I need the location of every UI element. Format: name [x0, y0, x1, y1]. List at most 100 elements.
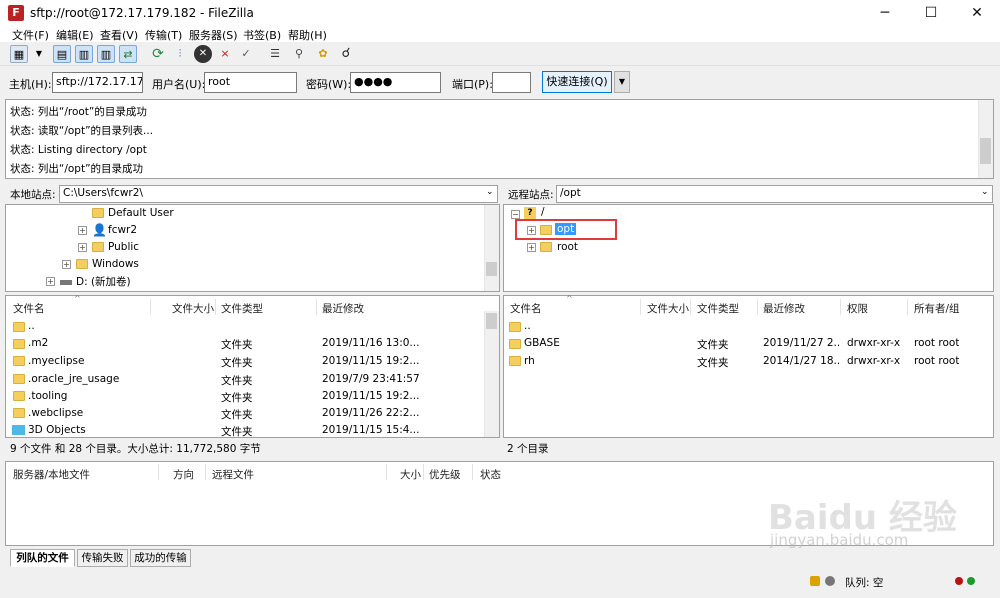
local-path-input[interactable]: C:\Users\fcwr2\	[59, 185, 498, 203]
reconnect-icon[interactable]: ✓	[237, 45, 255, 63]
column-separator[interactable]	[757, 299, 758, 315]
table-row[interactable]: ..	[28, 320, 35, 332]
local-col-type[interactable]: 文件类型	[221, 301, 263, 316]
expand-icon[interactable]: +	[78, 226, 87, 235]
local-tree-item[interactable]: Default User	[108, 207, 174, 219]
folder-icon	[13, 408, 25, 418]
toggle-log-icon[interactable]: ▤	[53, 45, 71, 63]
remote-path-dropdown-icon[interactable]: ⌄	[981, 187, 989, 197]
search-files-icon[interactable]: ☌	[337, 45, 355, 63]
expand-icon[interactable]: +	[527, 243, 536, 252]
queue-col-size[interactable]: 大小	[400, 467, 421, 482]
sort-ascending-icon: ^	[74, 294, 81, 303]
disconnect-icon[interactable]: ⨯	[216, 45, 234, 63]
user-icon: 👤	[92, 223, 107, 237]
column-separator[interactable]	[423, 464, 424, 480]
table-row[interactable]: 3D Objects	[28, 424, 86, 436]
menu-server[interactable]: 服务器(S)	[189, 27, 238, 43]
menu-view[interactable]: 查看(V)	[100, 27, 138, 43]
quickconnect-dropdown-icon[interactable]: ▼	[614, 71, 630, 93]
table-row[interactable]: .m2	[28, 337, 48, 349]
column-separator[interactable]	[640, 299, 641, 315]
menu-transfer[interactable]: 传输(T)	[145, 27, 182, 43]
column-separator[interactable]	[386, 464, 387, 480]
port-input[interactable]	[492, 72, 531, 93]
queue-col-direction[interactable]: 方向	[173, 467, 194, 482]
local-path-dropdown-icon[interactable]: ⌄	[486, 187, 494, 197]
minimize-button[interactable]: ─	[862, 0, 908, 26]
column-separator[interactable]	[215, 299, 216, 315]
quickconnect-button[interactable]: 快速连接(Q)	[542, 71, 612, 93]
close-button[interactable]: ✕	[954, 0, 1000, 26]
cancel-icon[interactable]: ✕	[194, 45, 212, 63]
column-separator[interactable]	[150, 299, 151, 315]
site-manager-icon[interactable]: ▦	[10, 45, 28, 63]
local-tree-item[interactable]: D: (新加卷)	[76, 274, 131, 289]
remote-tree-item[interactable]: /	[541, 206, 545, 218]
site-manager-dropdown-icon[interactable]: ▼	[30, 45, 48, 63]
local-col-size[interactable]: 文件大小	[172, 301, 214, 316]
log-scrollbar-thumb[interactable]	[980, 138, 991, 164]
toggle-local-tree-icon[interactable]: ▥	[75, 45, 93, 63]
password-input[interactable]: ●●●●	[350, 72, 441, 93]
column-separator[interactable]	[158, 464, 159, 480]
menu-file[interactable]: 文件(F)	[12, 27, 49, 43]
queue-col-server[interactable]: 服务器/本地文件	[13, 467, 90, 482]
local-tree-scrollbar-thumb[interactable]	[486, 262, 497, 276]
column-separator[interactable]	[472, 464, 473, 480]
remote-col-owner[interactable]: 所有者/组	[914, 301, 960, 316]
tab-successful-transfers[interactable]: 成功的传输	[130, 549, 191, 567]
expand-icon[interactable]: +	[46, 277, 55, 286]
toggle-remote-tree-icon[interactable]: ▥	[97, 45, 115, 63]
process-queue-icon[interactable]: ⫶	[171, 45, 189, 63]
local-col-modified[interactable]: 最近修改	[322, 301, 364, 316]
local-files-scrollbar-thumb[interactable]	[486, 313, 497, 329]
remote-col-name[interactable]: 文件名	[510, 301, 542, 316]
column-separator[interactable]	[840, 299, 841, 315]
username-input[interactable]: root	[204, 72, 297, 93]
column-separator[interactable]	[690, 299, 691, 315]
remote-tree-item[interactable]: root	[557, 241, 578, 253]
menu-bookmarks[interactable]: 书签(B)	[243, 27, 281, 43]
menu-edit[interactable]: 编辑(E)	[56, 27, 94, 43]
table-row[interactable]: .tooling	[28, 390, 67, 402]
local-files-scrollbar[interactable]	[484, 311, 499, 437]
expand-icon[interactable]: +	[62, 260, 71, 269]
remote-col-type[interactable]: 文件类型	[697, 301, 739, 316]
file-type: 文件夹	[221, 339, 253, 351]
queue-col-priority[interactable]: 优先级	[429, 467, 461, 482]
table-row[interactable]: .oracle_jre_usage	[28, 373, 119, 385]
table-row[interactable]: ..	[524, 320, 531, 332]
remote-col-size[interactable]: 文件大小	[647, 301, 689, 316]
column-separator[interactable]	[316, 299, 317, 315]
local-tree-item[interactable]: Windows	[92, 258, 139, 270]
table-row[interactable]: .webclipse	[28, 407, 83, 419]
remote-col-perms[interactable]: 权限	[847, 301, 868, 316]
local-tree-item[interactable]: fcwr2	[108, 224, 137, 236]
table-row[interactable]: GBASE	[524, 337, 560, 349]
remote-path-input[interactable]: /opt	[556, 185, 993, 203]
tab-failed-transfers[interactable]: 传输失败	[77, 549, 128, 567]
expand-icon[interactable]: +	[78, 243, 87, 252]
collapse-icon[interactable]: −	[511, 210, 520, 219]
menu-help[interactable]: 帮助(H)	[288, 27, 327, 43]
tab-queued-files[interactable]: 列队的文件	[10, 549, 75, 567]
refresh-icon[interactable]: ⟳	[149, 45, 167, 63]
table-row[interactable]: rh	[524, 355, 535, 367]
queue-col-remote[interactable]: 远程文件	[212, 467, 254, 482]
local-col-name[interactable]: 文件名	[13, 301, 45, 316]
file-modified: 2014/1/27 18...	[763, 355, 839, 367]
sync-browsing-icon[interactable]: ✿	[314, 45, 332, 63]
queue-col-status[interactable]: 状态	[480, 467, 501, 482]
local-tree-item[interactable]: Public	[108, 241, 139, 253]
remote-col-modified[interactable]: 最近修改	[763, 301, 805, 316]
local-tree-scrollbar[interactable]	[484, 205, 499, 291]
toggle-compare-icon[interactable]: ⚲	[290, 45, 308, 63]
directory-filter-icon[interactable]: ☰	[266, 45, 284, 63]
table-row[interactable]: .myeclipse	[28, 355, 84, 367]
column-separator[interactable]	[205, 464, 206, 480]
toggle-queue-icon[interactable]: ⇄	[119, 45, 137, 63]
column-separator[interactable]	[907, 299, 908, 315]
host-input[interactable]: sftp://172.17.179.	[52, 72, 143, 93]
maximize-button[interactable]: ☐	[908, 0, 954, 26]
